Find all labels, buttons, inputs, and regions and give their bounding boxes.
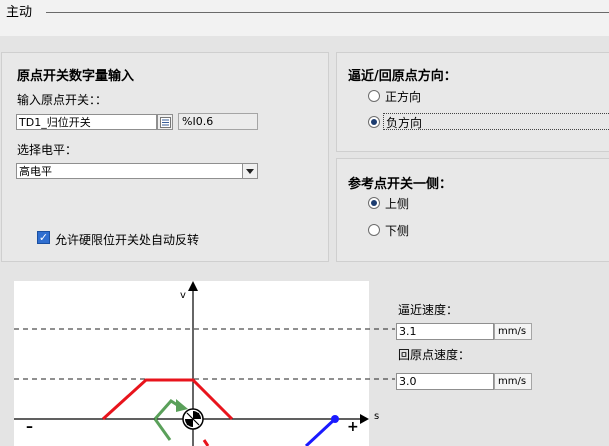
approach-speed-unit: mm/s	[494, 323, 532, 340]
plus-direction-label: +	[347, 419, 359, 435]
homing-path-arrow	[176, 399, 188, 412]
blue-endpoint-dot	[331, 415, 339, 423]
s-axis-arrow	[360, 414, 369, 424]
approach-path-red-return	[202, 439, 210, 446]
s-axis-label: s	[374, 411, 380, 422]
homing-speed-unit: mm/s	[494, 373, 532, 390]
blue-path	[304, 417, 337, 446]
approach-speed-input[interactable]: 3.1	[396, 323, 494, 340]
homing-speed-input[interactable]: 3.0	[396, 373, 494, 390]
minus-direction-label: –	[26, 419, 33, 435]
v-axis-label: v	[180, 290, 186, 301]
v-axis-arrow	[188, 281, 198, 291]
homing-path-green-lower	[153, 418, 172, 441]
approach-path-red	[101, 378, 234, 421]
homing-speed-label: 回原点速度：	[398, 348, 471, 362]
approach-speed-label: 逼近速度：	[398, 303, 459, 317]
